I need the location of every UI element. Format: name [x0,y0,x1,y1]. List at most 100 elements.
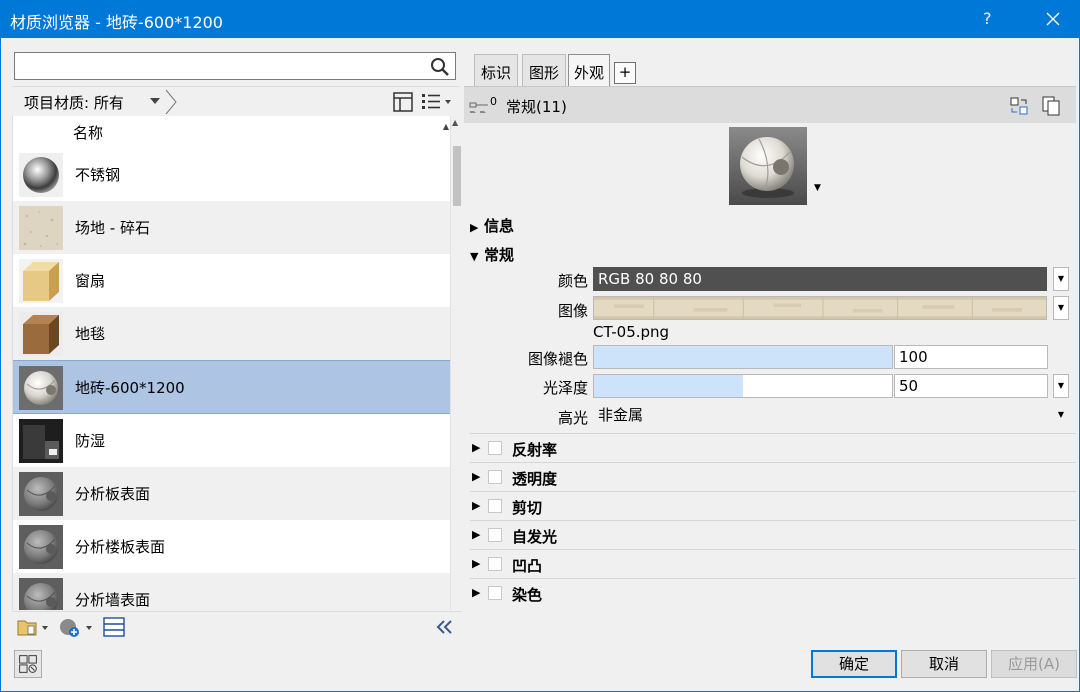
sort-up-icon: ▲ [442,122,449,131]
material-preview[interactable] [729,127,807,205]
expand-right-icon[interactable]: ▶ [472,528,480,541]
toggle-panel-icon[interactable] [392,91,414,113]
expand-right-icon[interactable]: ▶ [472,499,480,512]
list-item-label: 分析楼板表面 [75,538,166,556]
tab-identity[interactable]: 标识 [474,54,518,86]
ok-button[interactable]: 确定 [811,650,897,678]
expand-right-icon[interactable]: ▶ [472,470,480,483]
list-item-label: 分析板表面 [75,485,151,503]
list-item[interactable]: 不锈钢 [13,148,450,201]
open-library-icon[interactable] [16,616,50,638]
list-item[interactable]: 地砖-600*1200 [13,360,450,414]
expand-right-icon[interactable]: ▶ [472,586,480,599]
preview-options-dropdown[interactable]: ▼ [814,183,821,193]
tile-sphere-icon [19,366,63,410]
list-item-label: 场地 - 碎石 [75,219,150,237]
chrome-sphere-icon [19,153,63,197]
section-reflectivity[interactable]: ▶ 反射率 [470,433,1076,462]
glossiness-fill [594,375,743,397]
color-dropdown[interactable]: ▼ [1053,267,1069,291]
window-title: 材质浏览器 - 地砖-600*1200 [10,13,223,32]
list-item[interactable]: 地毯 [13,307,450,360]
asset-link-icon[interactable]: 0 [468,95,504,115]
image-fade-label: 图像褪色 [527,350,588,368]
section-info-label: 信息 [484,217,515,235]
highlights-value: 非金属 [598,406,644,424]
apply-button[interactable]: 应用(A) [991,650,1077,678]
add-asset-button[interactable]: + [614,62,636,84]
list-view-icon[interactable] [420,91,452,113]
expand-right-icon[interactable]: ▶ [472,441,480,454]
create-material-icon[interactable] [58,616,96,638]
filter-dropdown[interactable]: 项目材质: 所有 [24,92,124,113]
help-button[interactable]: ? [983,9,992,28]
breadcrumb-chevron-icon [165,89,177,115]
image-dropdown[interactable]: ▼ [1053,296,1069,320]
collapse-double-chevron-icon[interactable] [432,616,456,638]
section-general-label: 常规 [484,246,515,264]
image-fade-slider[interactable] [593,345,893,369]
color-swatch-field[interactable]: RGB 80 80 80 [593,267,1047,291]
duplicate-asset-icon[interactable] [1040,95,1062,117]
tint-checkbox[interactable] [488,586,502,600]
search-input[interactable] [19,55,419,77]
list-item[interactable]: 防湿 [13,414,450,467]
glossiness-slider[interactable] [593,374,893,398]
library-toolbar [12,611,462,641]
cancel-button[interactable]: 取消 [901,650,987,678]
chevron-down-icon: ▼ [1057,410,1064,419]
list-item[interactable]: 窗扇 [13,254,450,307]
section-info[interactable]: ▶ 信息 [470,215,514,236]
section-bump[interactable]: ▶ 凹凸 [470,549,1076,578]
section-transparency-label: 透明度 [512,470,558,488]
title-bar: 材质浏览器 - 地砖-600*1200 ? [0,0,1080,38]
list-item[interactable]: 场地 - 碎石 [13,201,450,254]
close-icon[interactable] [1040,4,1066,34]
list-column-header[interactable]: 名称 ▲ [13,116,450,148]
list-item[interactable]: 分析墙表面 [13,573,450,610]
analysis-sphere-icon [19,525,63,569]
reflectivity-checkbox[interactable] [488,441,502,455]
section-transparency[interactable]: ▶ 透明度 [470,462,1076,491]
list-item-label: 地砖-600*1200 [75,379,185,397]
material-list: 名称 ▲ 不锈钢 场地 - 碎石 窗扇 地毯 地砖-600*1200 防湿 分析… [12,116,450,610]
glossiness-dropdown[interactable]: ▼ [1053,374,1069,398]
list-scrollbar[interactable]: ▲ [450,116,462,610]
expand-right-icon: ▶ [470,221,479,234]
self-illumination-checkbox[interactable] [488,528,502,542]
section-reflectivity-label: 反射率 [512,441,558,459]
glossiness-value[interactable]: 50 [894,374,1048,398]
triangle-down-icon[interactable] [150,95,160,107]
column-name-header[interactable]: 名称 [73,122,103,143]
list-item-label: 防湿 [75,432,106,450]
asset-count-badge: 0 [490,95,497,108]
list-item[interactable]: 分析板表面 [13,467,450,520]
bump-checkbox[interactable] [488,557,502,571]
image-fade-value[interactable]: 100 [894,345,1048,369]
section-tint[interactable]: ▶ 染色 [470,578,1076,607]
list-item[interactable]: 分析楼板表面 [13,520,450,573]
search-icon[interactable] [429,56,451,78]
replace-asset-icon[interactable] [1008,95,1030,117]
image-label: 图像 [557,302,588,320]
section-general[interactable]: ▼ 常规 [470,244,514,265]
glossiness-label: 光泽度 [542,379,588,397]
wood-cube-icon [19,259,63,303]
cutouts-checkbox[interactable] [488,499,502,513]
collapse-down-icon: ▼ [470,250,479,263]
appearance-panel: 0 常规(11) ▼ ▶ 信息 ▼ 常规 颜色 RGB 80 80 80 ▼ 图像 [464,86,1076,640]
expand-right-icon[interactable]: ▶ [472,557,480,570]
image-texture-field[interactable] [593,296,1047,320]
image-filename[interactable]: CT-05.png [593,323,669,341]
tab-graphics[interactable]: 图形 [522,54,566,86]
search-box[interactable] [14,52,456,80]
section-self-illumination[interactable]: ▶ 自发光 [470,520,1076,549]
transparency-checkbox[interactable] [488,470,502,484]
scroll-up-icon[interactable]: ▲ [452,118,458,127]
tab-appearance[interactable]: 外观 [568,54,610,88]
section-cutouts[interactable]: ▶ 剪切 [470,491,1076,520]
material-editor-icon[interactable] [102,616,126,638]
highlights-select[interactable]: 非金属 ▼ [593,403,1069,427]
material-assets-icon[interactable] [14,650,42,678]
scrollbar-thumb[interactable] [453,146,461,206]
